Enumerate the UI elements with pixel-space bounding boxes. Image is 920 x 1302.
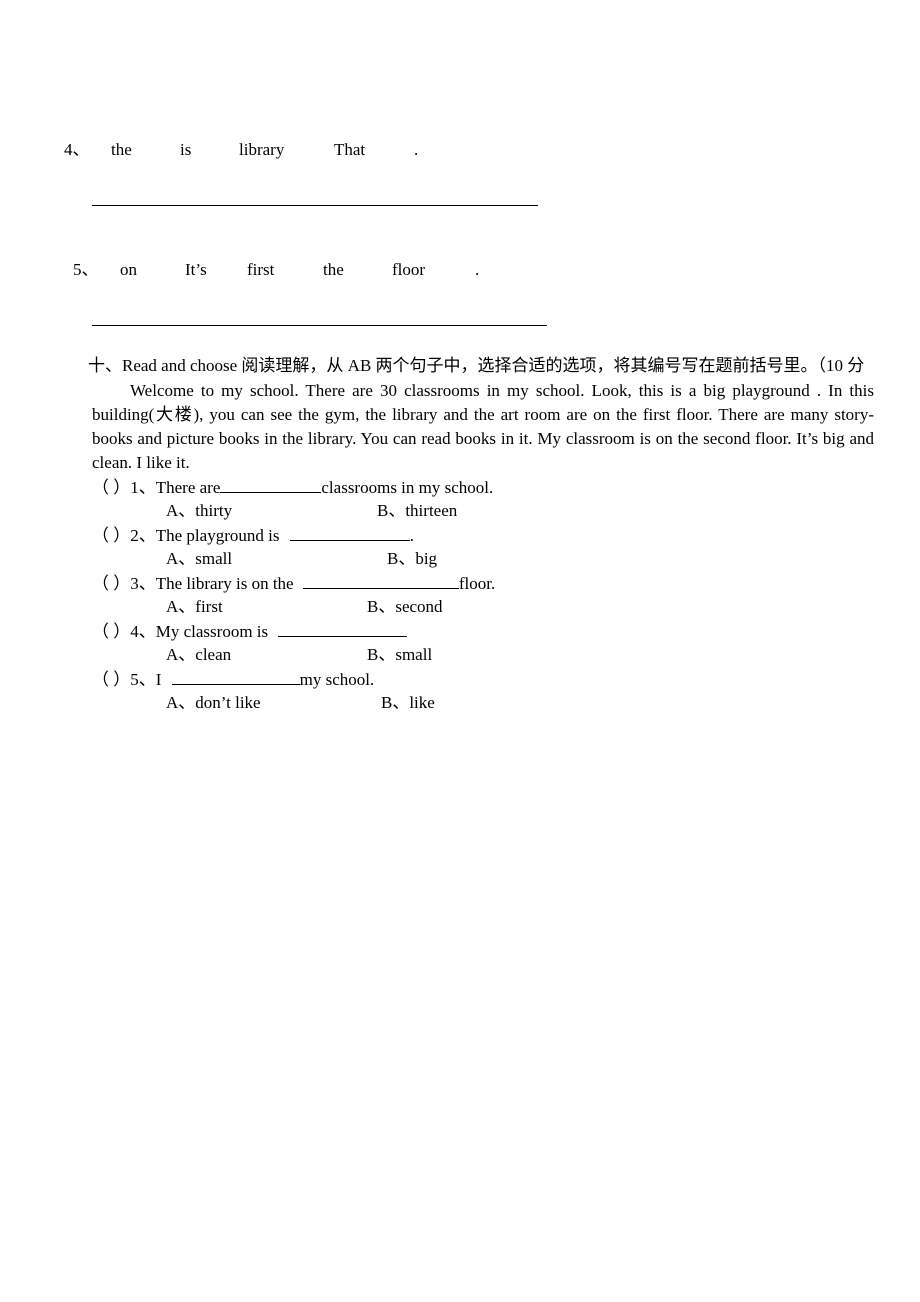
- question-text-before: The playground is: [155, 526, 284, 545]
- answer-bracket[interactable]: （ ）: [92, 670, 130, 689]
- scramble-word: .: [414, 140, 419, 159]
- question-text-after: my school.: [299, 670, 375, 689]
- reading-passage: Welcome to my school. There are 30 class…: [92, 381, 874, 472]
- question-number: 4、: [130, 622, 156, 641]
- option-b: B、big: [387, 549, 438, 568]
- question-4: （ ）4、My classroom is: [92, 622, 408, 641]
- question-number: 3、: [130, 574, 156, 593]
- item-number: 5、: [73, 260, 99, 279]
- option-a: A、clean: [166, 645, 232, 664]
- scramble-word: is: [180, 140, 192, 159]
- scramble-word: first: [247, 260, 275, 279]
- scramble-word: .: [475, 260, 480, 279]
- scramble-word: library: [239, 140, 285, 159]
- question-text-before: My classroom is: [155, 622, 273, 641]
- answer-bracket[interactable]: （ ）: [92, 574, 130, 593]
- answer-bracket[interactable]: （ ）: [92, 622, 130, 641]
- question-5: （ ）5、I my school.: [92, 670, 374, 688]
- fill-blank[interactable]: [220, 478, 322, 493]
- answer-bracket[interactable]: （ ）: [92, 478, 130, 497]
- question-text-before: There are: [155, 478, 221, 497]
- option-b: B、thirteen: [377, 501, 458, 520]
- option-a: A、small: [166, 549, 233, 568]
- scramble-word: It’s: [185, 260, 207, 279]
- fill-blank[interactable]: [171, 670, 300, 685]
- scramble-word: the: [111, 140, 132, 159]
- option-a: A、don’t like: [166, 693, 261, 712]
- option-a: A、first: [166, 597, 223, 616]
- option-b: B、like: [381, 693, 435, 712]
- question-text-before: The library is on the: [155, 574, 298, 593]
- option-a: A、thirty: [166, 501, 233, 520]
- question-number: 1、: [130, 478, 156, 497]
- scramble-word: That: [334, 140, 366, 159]
- fill-blank[interactable]: [289, 526, 410, 541]
- question-number: 5、: [130, 670, 156, 689]
- question-3: （ ）3、The library is on the floor.: [92, 574, 495, 592]
- option-b: B、second: [367, 597, 443, 616]
- option-b: B、small: [367, 645, 433, 664]
- question-text-after: floor.: [458, 574, 496, 593]
- question-number: 2、: [130, 526, 156, 545]
- answer-line[interactable]: [92, 325, 547, 326]
- question-1: （ ）1、There are classrooms in my school.: [92, 478, 493, 496]
- question-text-before: I: [155, 670, 166, 689]
- scramble-word: floor: [392, 260, 426, 279]
- scramble-word: the: [323, 260, 344, 279]
- question-2: （ ）2、The playground is .: [92, 526, 414, 544]
- question-text-after: .: [409, 526, 414, 545]
- fill-blank[interactable]: [302, 574, 459, 589]
- answer-line[interactable]: [92, 205, 538, 206]
- fill-blank[interactable]: [278, 622, 408, 637]
- section-heading: 十、Read and choose 阅读理解，从 AB 两个句子中，选择合适的选…: [88, 356, 865, 375]
- answer-bracket[interactable]: （ ）: [92, 526, 130, 545]
- question-text-after: classrooms in my school.: [321, 478, 494, 497]
- scramble-word: on: [120, 260, 137, 279]
- item-number: 4、: [64, 140, 90, 159]
